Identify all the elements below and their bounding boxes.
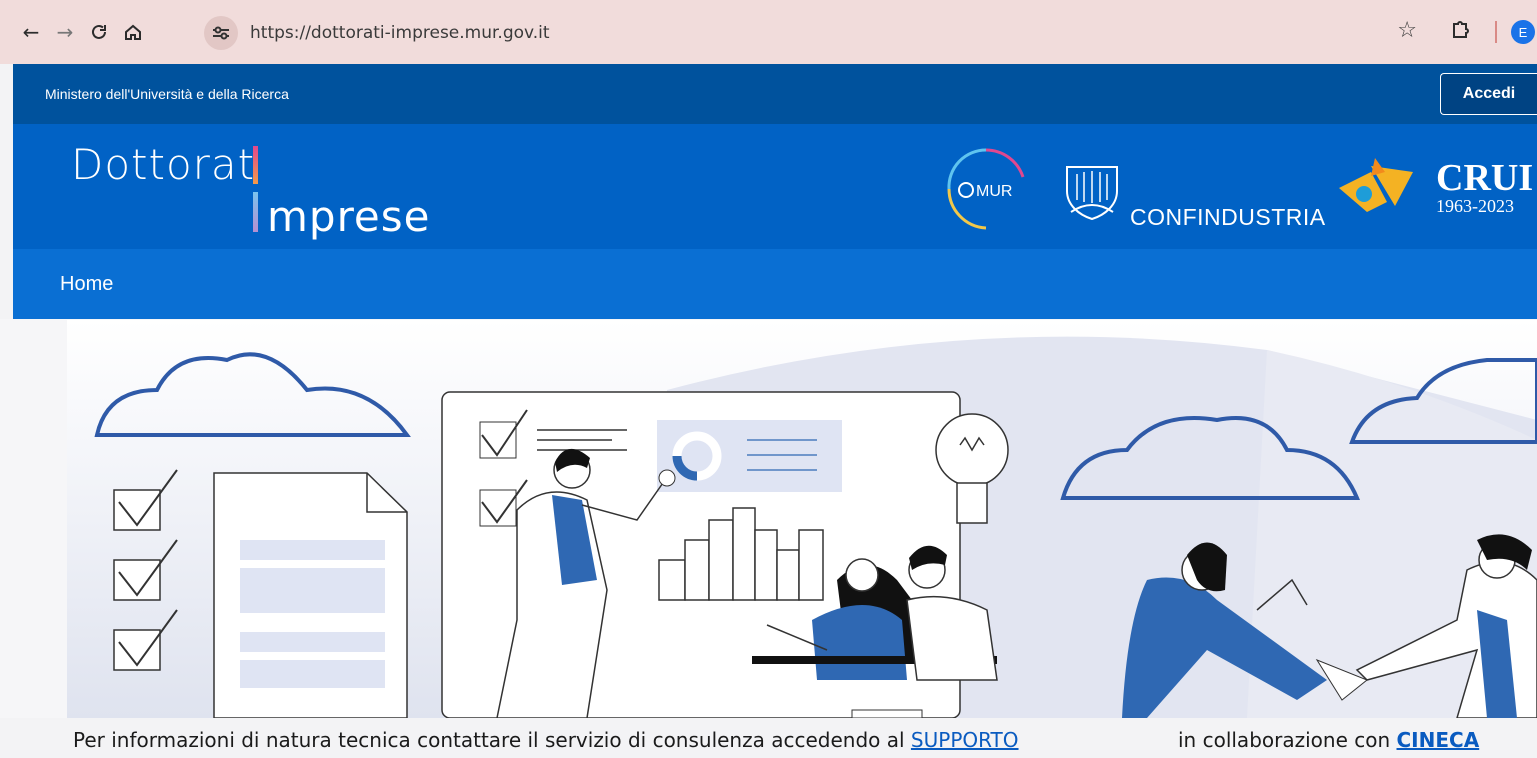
crui-emblem-icon[interactable]: [1331, 150, 1431, 230]
back-arrow-icon[interactable]: ←: [18, 19, 44, 45]
info-footer: Per informazioni di natura tecnica conta…: [0, 718, 1537, 758]
brand-header: Dottorat mprese MUR CONFINDUSTRIA CRUI 1…: [13, 124, 1537, 249]
url-text[interactable]: https://dottorati-imprese.mur.gov.it: [250, 23, 550, 43]
support-info-text: Per informazioni di natura tecnica conta…: [73, 728, 911, 752]
forward-arrow-icon[interactable]: →: [52, 19, 78, 45]
confindustria-label[interactable]: CONFINDUSTRIA: [1130, 204, 1326, 231]
support-info: Per informazioni di natura tecnica conta…: [73, 728, 1019, 752]
ministry-bar: Ministero dell'Università e della Ricerc…: [13, 64, 1537, 124]
reload-icon[interactable]: [86, 19, 112, 45]
extensions-puzzle-icon[interactable]: [1450, 18, 1472, 45]
crui-label[interactable]: CRUI: [1436, 156, 1533, 200]
collaboration-info: in collaborazione con CINECA: [1178, 728, 1479, 752]
logo-bar-top: [253, 146, 258, 184]
browser-toolbar: ← → https://dottorati-imprese.mur.gov.it…: [0, 0, 1537, 64]
main-navigation: Home: [13, 249, 1537, 319]
bookmark-star-icon[interactable]: ☆: [1397, 18, 1417, 43]
address-bar[interactable]: https://dottorati-imprese.mur.gov.it: [200, 15, 1470, 51]
nav-item-home[interactable]: Home: [60, 273, 113, 296]
mur-label: MUR: [976, 183, 1012, 200]
site-logo[interactable]: Dottorat mprese: [71, 140, 431, 241]
cineca-link[interactable]: CINECA: [1397, 728, 1480, 752]
logo-bar-bottom: [253, 192, 258, 232]
support-link[interactable]: SUPPORTO: [911, 728, 1019, 752]
login-button[interactable]: Accedi: [1440, 73, 1537, 115]
mur-logo[interactable]: MUR: [941, 144, 1031, 234]
toolbar-divider: [1495, 21, 1497, 43]
ministry-name[interactable]: Ministero dell'Università e della Ricerc…: [45, 86, 289, 102]
crui-years: 1963-2023: [1436, 196, 1514, 216]
confindustria-emblem-icon[interactable]: [1057, 162, 1127, 222]
site-info-icon[interactable]: [204, 16, 238, 50]
collaboration-text: in collaborazione con: [1178, 728, 1397, 752]
profile-avatar[interactable]: E: [1511, 20, 1535, 44]
home-icon[interactable]: [120, 19, 146, 45]
hero-illustration: [67, 320, 1537, 718]
logo-word-imprese: mprese: [267, 192, 431, 241]
logo-word-dottorati: Dottorat: [71, 140, 256, 189]
